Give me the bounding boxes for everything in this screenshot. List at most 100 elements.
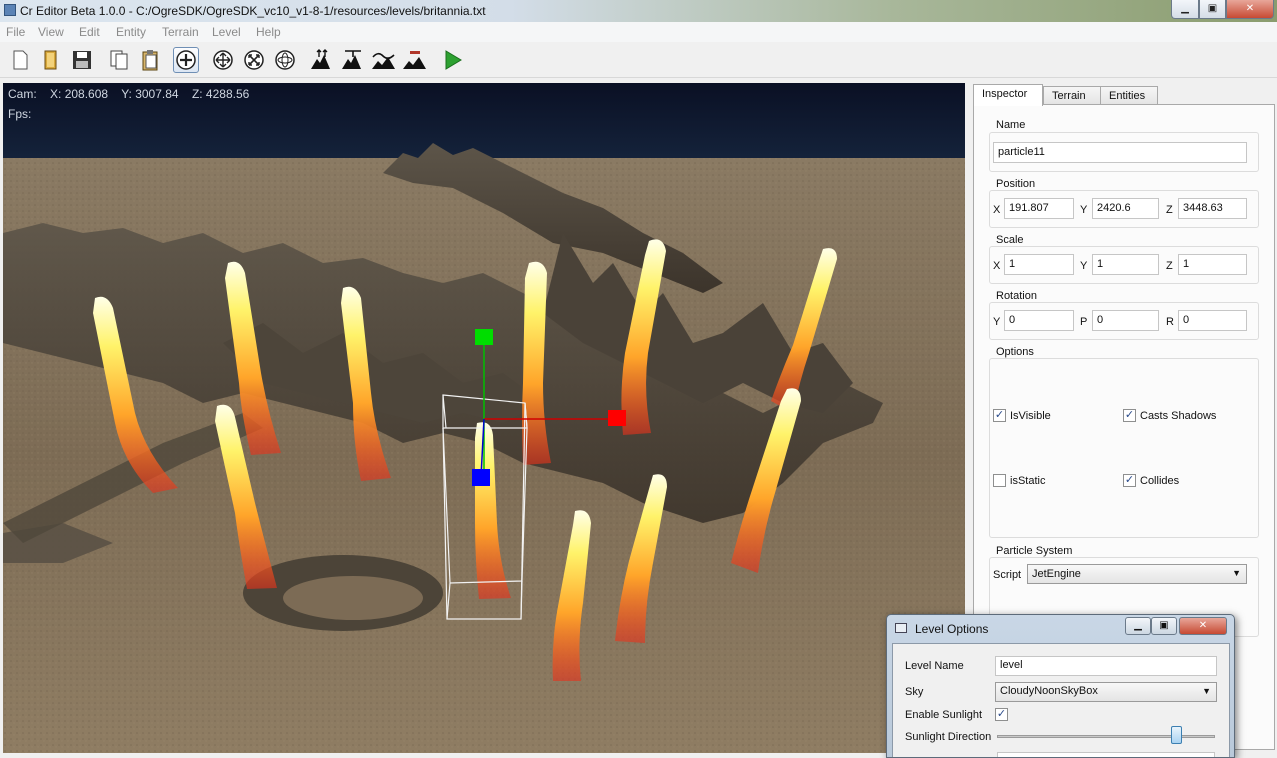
level-options-window[interactable]: Level Options ▁ ▣ ✕ Level Name level Sky…	[886, 614, 1235, 758]
chevron-down-icon: ▼	[1202, 686, 1211, 696]
scale-x-field[interactable]: 1	[1004, 254, 1074, 275]
enable-sunlight-label: Enable Sunlight	[905, 709, 983, 721]
level-options-body: Level Name level Sky CloudyNoonSkyBox ▼ …	[892, 643, 1230, 757]
paste-icon[interactable]	[137, 47, 163, 73]
script-value: JetEngine	[1032, 568, 1081, 580]
menu-terrain[interactable]: Terrain	[162, 25, 199, 39]
menu-help[interactable]: Help	[256, 25, 281, 39]
is-static-checkbox[interactable]	[993, 474, 1006, 487]
scale-z-field[interactable]: 1	[1178, 254, 1247, 275]
cam-label: Cam:	[8, 87, 37, 101]
rotation-p-label: P	[1080, 316, 1088, 328]
rotation-r-field[interactable]: 0	[1178, 310, 1247, 331]
sky-dropdown[interactable]: CloudyNoonSkyBox ▼	[995, 682, 1217, 702]
fps-readout: Fps:	[8, 107, 32, 121]
3d-viewport[interactable]: Cam: X: 208.608 Y: 3007.84 Z: 4288.56 Fp…	[3, 83, 965, 753]
rotation-label: Rotation	[994, 290, 1039, 302]
toolbar	[0, 42, 1277, 78]
play-icon[interactable]	[440, 47, 466, 73]
rotation-p-field[interactable]: 0	[1092, 310, 1159, 331]
terrain-lower-icon[interactable]	[340, 47, 366, 73]
level-name-label: Level Name	[905, 660, 964, 672]
cam-z: Z: 4288.56	[191, 87, 250, 101]
gizmo-x-handle	[608, 410, 626, 426]
is-static-label: isStatic	[1010, 475, 1046, 487]
terrain-raise-icon[interactable]	[309, 47, 335, 73]
window-title: Cr Editor Beta 1.0.0 - C:/OgreSDK/OgreSD…	[20, 4, 486, 18]
scale-x-label: X	[993, 260, 1001, 272]
collides-label: Collides	[1140, 475, 1180, 487]
window-icon	[895, 623, 907, 633]
level-options-minimize-button[interactable]: ▁	[1125, 617, 1151, 635]
scale-label: Scale	[994, 234, 1026, 246]
is-visible-checkbox[interactable]: ✓	[993, 409, 1006, 422]
options-group	[989, 358, 1259, 538]
enable-sunlight-checkbox[interactable]: ✓	[995, 708, 1008, 721]
terrain-flatten-icon[interactable]	[402, 47, 428, 73]
casts-shadows-checkbox[interactable]: ✓	[1123, 409, 1136, 422]
maximize-button[interactable]: ▣	[1199, 0, 1226, 19]
gizmo-y-handle	[475, 329, 493, 345]
app-icon	[4, 4, 16, 16]
level-options-title: Level Options	[915, 622, 989, 636]
copy-icon[interactable]	[106, 47, 132, 73]
cam-y: Y: 3007.84	[121, 87, 179, 101]
next-field[interactable]	[997, 752, 1215, 757]
close-button[interactable]: ✕	[1226, 0, 1274, 19]
menu-level[interactable]: Level	[212, 25, 241, 39]
particle-system-label: Particle System	[994, 545, 1075, 557]
is-visible-label: IsVisible	[1010, 410, 1051, 422]
open-file-icon[interactable]	[38, 47, 64, 73]
window-title-bar[interactable]: Cr Editor Beta 1.0.0 - C:/OgreSDK/OgreSD…	[0, 0, 1277, 22]
position-x-label: X	[993, 204, 1001, 216]
tab-entities[interactable]: Entities	[1100, 86, 1158, 105]
chevron-down-icon: ▼	[1232, 568, 1241, 578]
menu-edit[interactable]: Edit	[79, 25, 100, 39]
menu-file[interactable]: File	[6, 25, 25, 39]
position-y-label: Y	[1080, 204, 1088, 216]
gizmo-z-handle	[472, 469, 490, 486]
level-options-close-button[interactable]: ✕	[1179, 617, 1227, 635]
script-label: Script	[993, 569, 1022, 581]
scale-y-field[interactable]: 1	[1092, 254, 1159, 275]
level-options-title-bar[interactable]: Level Options ▁ ▣ ✕	[887, 615, 1234, 641]
move-icon[interactable]	[210, 47, 236, 73]
level-name-field[interactable]: level	[995, 656, 1217, 676]
save-icon[interactable]	[69, 47, 95, 73]
casts-shadows-label: Casts Shadows	[1140, 410, 1217, 422]
cam-x: X: 208.608	[50, 87, 109, 101]
sky-label: Sky	[905, 686, 924, 698]
sunlight-direction-slider[interactable]	[1170, 726, 1182, 744]
tab-terrain[interactable]: Terrain	[1043, 86, 1101, 105]
sunlight-direction-label: Sunlight Direction	[905, 731, 992, 743]
position-z-label: Z	[1166, 204, 1173, 216]
position-x-field[interactable]: 191.807	[1004, 198, 1074, 219]
rotation-r-label: R	[1166, 316, 1174, 328]
scale-z-label: Z	[1166, 260, 1173, 272]
rotate-icon[interactable]	[272, 47, 298, 73]
rotation-y-field[interactable]: 0	[1004, 310, 1074, 331]
terrain-smooth-icon[interactable]	[371, 47, 397, 73]
position-y-field[interactable]: 2420.6	[1092, 198, 1159, 219]
collides-checkbox[interactable]: ✓	[1123, 474, 1136, 487]
options-label: Options	[994, 346, 1036, 358]
name-label: Name	[994, 119, 1028, 131]
sunlight-direction-track[interactable]	[997, 735, 1215, 738]
camera-readout: Cam: X: 208.608 Y: 3007.84 Z: 4288.56	[8, 87, 259, 101]
menu-bar: File View Edit Entity Terrain Level Help	[0, 22, 1277, 42]
terrain-scene	[3, 83, 965, 753]
minimize-button[interactable]: ▁	[1171, 0, 1199, 19]
script-dropdown[interactable]: JetEngine ▼	[1027, 564, 1247, 584]
scale-y-label: Y	[1080, 260, 1088, 272]
name-field[interactable]: particle11	[993, 142, 1247, 163]
level-options-maximize-button[interactable]: ▣	[1151, 617, 1177, 635]
menu-entity[interactable]: Entity	[116, 25, 146, 39]
menu-view[interactable]: View	[38, 25, 64, 39]
tab-inspector[interactable]: Inspector	[973, 84, 1043, 106]
add-icon[interactable]	[173, 47, 199, 73]
sky-value: CloudyNoonSkyBox	[1000, 685, 1098, 697]
position-z-field[interactable]: 3448.63	[1178, 198, 1247, 219]
scale-icon[interactable]	[241, 47, 267, 73]
new-file-icon[interactable]	[7, 47, 33, 73]
position-label: Position	[994, 178, 1038, 190]
